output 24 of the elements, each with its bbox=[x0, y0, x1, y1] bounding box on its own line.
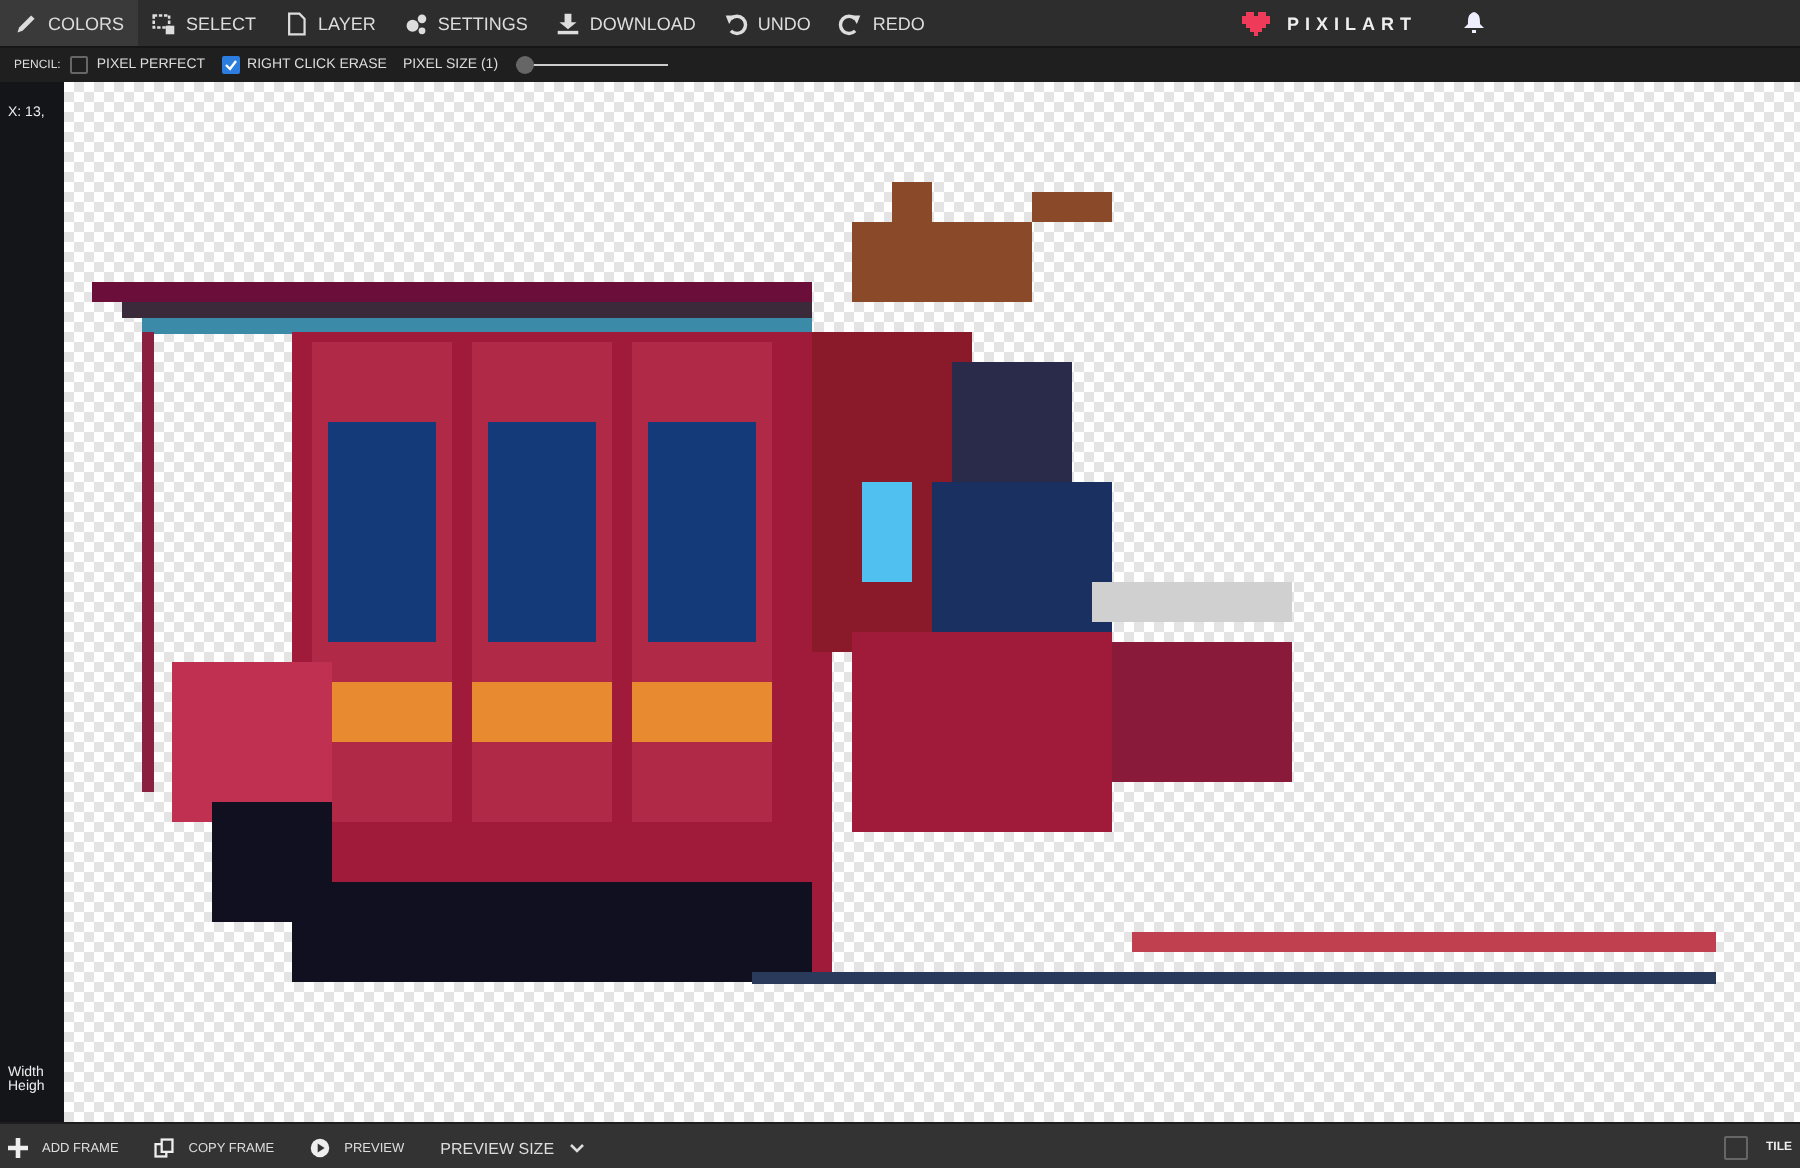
undo-icon bbox=[723, 11, 748, 35]
bell-icon[interactable] bbox=[1464, 12, 1485, 34]
plus-icon bbox=[8, 1138, 28, 1158]
selection-icon bbox=[152, 11, 177, 35]
menu-tab[interactable]: SELECT bbox=[138, 0, 271, 46]
pixel-size-slider[interactable] bbox=[516, 56, 669, 74]
document-icon bbox=[284, 11, 309, 35]
checkmark-icon bbox=[223, 58, 238, 72]
download-icon bbox=[555, 11, 580, 35]
menu-tab[interactable]: COLORS bbox=[0, 0, 139, 46]
menu-tab[interactable]: REDO bbox=[824, 0, 939, 46]
copy-icon bbox=[154, 1138, 175, 1158]
preview-size-dropdown[interactable]: PREVIEW SIZE bbox=[440, 1139, 585, 1157]
pencil-icon bbox=[14, 11, 38, 35]
chevron-icon bbox=[570, 1143, 585, 1153]
menu-tab[interactable]: UNDO bbox=[709, 0, 825, 46]
gears-icon bbox=[403, 11, 428, 35]
play-icon bbox=[310, 1138, 331, 1158]
redo-icon bbox=[838, 11, 863, 35]
menu-tab[interactable]: SETTINGS bbox=[389, 0, 542, 46]
logo-text: PIXILART bbox=[1286, 13, 1417, 33]
menu-tab[interactable]: LAYER bbox=[270, 0, 390, 46]
menu-tab[interactable]: DOWNLOAD bbox=[541, 0, 710, 46]
heart-icon bbox=[1242, 11, 1271, 35]
